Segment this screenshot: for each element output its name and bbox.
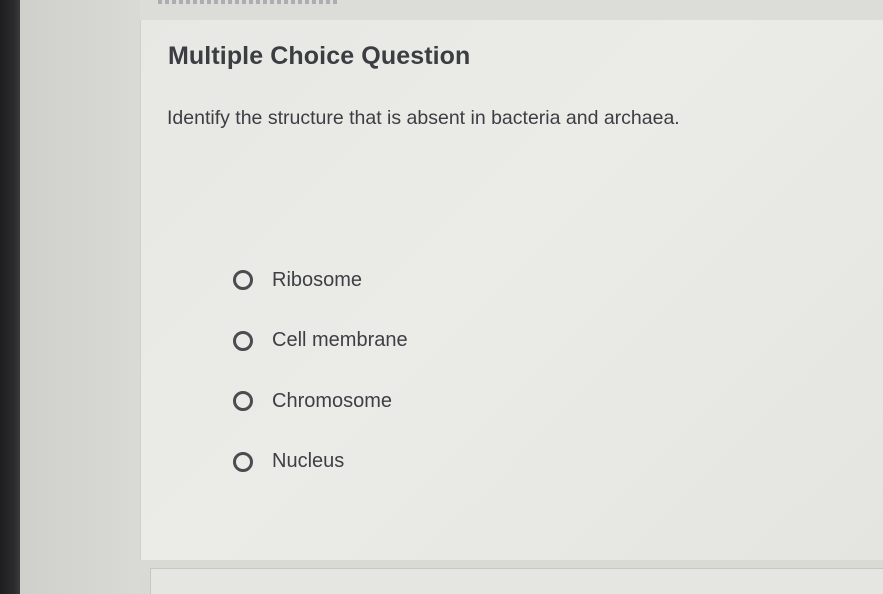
answer-option-label: Ribosome	[272, 268, 363, 291]
monitor-bezel	[0, 0, 20, 594]
next-section-box	[150, 568, 883, 594]
radio-unselected-icon[interactable]	[233, 270, 253, 291]
answer-option-nucleus[interactable]: Nucleus	[233, 432, 408, 493]
answer-option-cell-membrane[interactable]: Cell membrane	[233, 311, 408, 372]
answer-option-label: Cell membrane	[272, 329, 408, 352]
answer-option-ribosome[interactable]: Ribosome	[233, 250, 408, 311]
radio-unselected-icon[interactable]	[233, 330, 253, 351]
radio-unselected-icon[interactable]	[233, 391, 253, 412]
answer-option-label: Chromosome	[272, 389, 393, 412]
top-progress-strip	[158, 0, 338, 4]
answer-option-label: Nucleus	[272, 450, 345, 473]
question-card: Multiple Choice Question Identify the st…	[140, 20, 883, 560]
question-type-heading: Multiple Choice Question	[168, 42, 471, 70]
radio-unselected-icon[interactable]	[233, 451, 253, 472]
answer-option-chromosome[interactable]: Chromosome	[233, 371, 408, 432]
answer-options: Ribosome Cell membrane Chromosome Nucleu…	[233, 250, 408, 492]
question-prompt: Identify the structure that is absent in…	[167, 107, 680, 129]
left-margin	[20, 0, 140, 594]
